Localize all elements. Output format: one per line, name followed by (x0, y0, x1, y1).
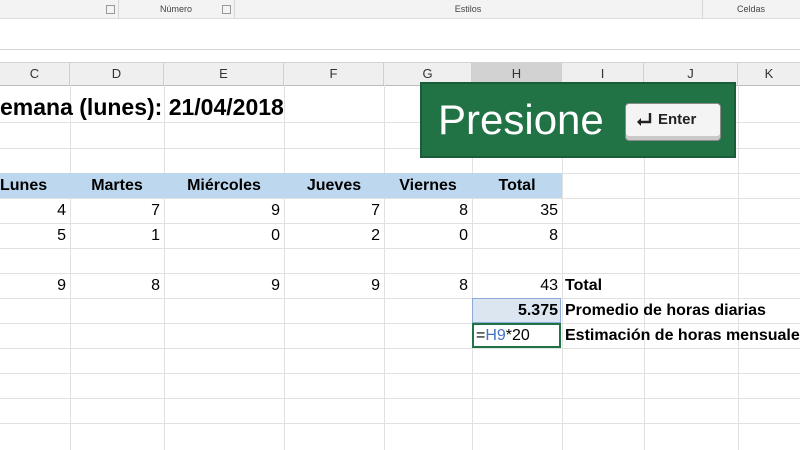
ribbon-group-styles: Estilos (234, 0, 703, 18)
column-header-d[interactable]: D (70, 63, 164, 85)
ribbon-group-alignment (0, 0, 119, 18)
gridline (0, 398, 800, 399)
gridline (384, 85, 385, 450)
enter-arrow-icon (637, 113, 652, 126)
estimate-label[interactable]: Estimación de horas mensuales (565, 323, 800, 348)
gridline (164, 85, 165, 450)
spacer (0, 50, 800, 62)
column-header-f[interactable]: F (284, 63, 384, 85)
table-cell[interactable]: 9 (164, 198, 280, 223)
header-jueves[interactable]: Jueves (284, 173, 384, 198)
table-cell[interactable]: 0 (164, 223, 280, 248)
formula-bar[interactable] (0, 19, 800, 50)
enter-key: Enter (625, 103, 721, 141)
dialog-launcher-icon[interactable] (106, 5, 115, 14)
table-cell[interactable]: 9 (284, 273, 380, 298)
gridline (0, 348, 800, 349)
ribbon-group-number: Número (118, 0, 235, 18)
gridline (70, 85, 71, 450)
gridline (0, 248, 800, 249)
header-lunes[interactable]: Lunes (0, 173, 70, 198)
gridline (0, 373, 800, 374)
press-enter-banner: Presione Enter (420, 82, 736, 158)
ribbon-group-label: Estilos (454, 4, 482, 14)
formula-cell-reference: H9 (485, 327, 506, 344)
column-header-k[interactable]: K (738, 63, 800, 85)
table-cell[interactable]: 2 (284, 223, 380, 248)
formula-equals: = (476, 327, 486, 344)
formula-remainder: *20 (505, 327, 530, 344)
table-cell[interactable]: 35 (472, 198, 558, 223)
gridline (738, 85, 739, 450)
enter-key-label: Enter (658, 111, 697, 128)
average-label[interactable]: Promedio de horas diarias (565, 298, 766, 323)
table-cell[interactable]: 9 (0, 273, 66, 298)
table-cell[interactable]: 5 (0, 223, 66, 248)
banner-text: Presione (438, 96, 604, 143)
header-miercoles[interactable]: Miércoles (164, 173, 284, 198)
column-header-e[interactable]: E (164, 63, 284, 85)
table-cell[interactable]: 8 (384, 273, 468, 298)
table-cell[interactable]: 8 (384, 198, 468, 223)
table-cell[interactable]: 1 (70, 223, 160, 248)
ribbon-group-labels: Número Estilos Celdas (0, 0, 800, 19)
gridline (0, 423, 800, 424)
table-cell[interactable]: 8 (70, 273, 160, 298)
ribbon-group-label: Número (159, 4, 192, 14)
table-cell[interactable]: 7 (284, 198, 380, 223)
gridline (284, 85, 285, 450)
table-cell[interactable]: 9 (164, 273, 280, 298)
active-edit-cell[interactable]: =H9*20 (472, 323, 561, 348)
header-total[interactable]: Total (472, 173, 562, 198)
ribbon-group-label: Celdas (736, 4, 765, 14)
table-cell[interactable]: 43 (472, 273, 558, 298)
table-cell[interactable]: 4 (0, 198, 66, 223)
table-cell[interactable]: 0 (384, 223, 468, 248)
header-viernes[interactable]: Viernes (384, 173, 472, 198)
table-cell[interactable]: 8 (472, 223, 558, 248)
table-cell[interactable]: 7 (70, 198, 160, 223)
ribbon-group-cells: Celdas (702, 0, 800, 18)
column-header-c[interactable]: C (0, 63, 70, 85)
header-martes[interactable]: Martes (70, 173, 164, 198)
average-value-cell[interactable]: 5.375 (472, 298, 558, 323)
total-label[interactable]: Total (565, 273, 602, 298)
dialog-launcher-icon[interactable] (222, 5, 231, 14)
sheet-title[interactable]: emana (lunes): 21/04/2018 (0, 91, 284, 123)
